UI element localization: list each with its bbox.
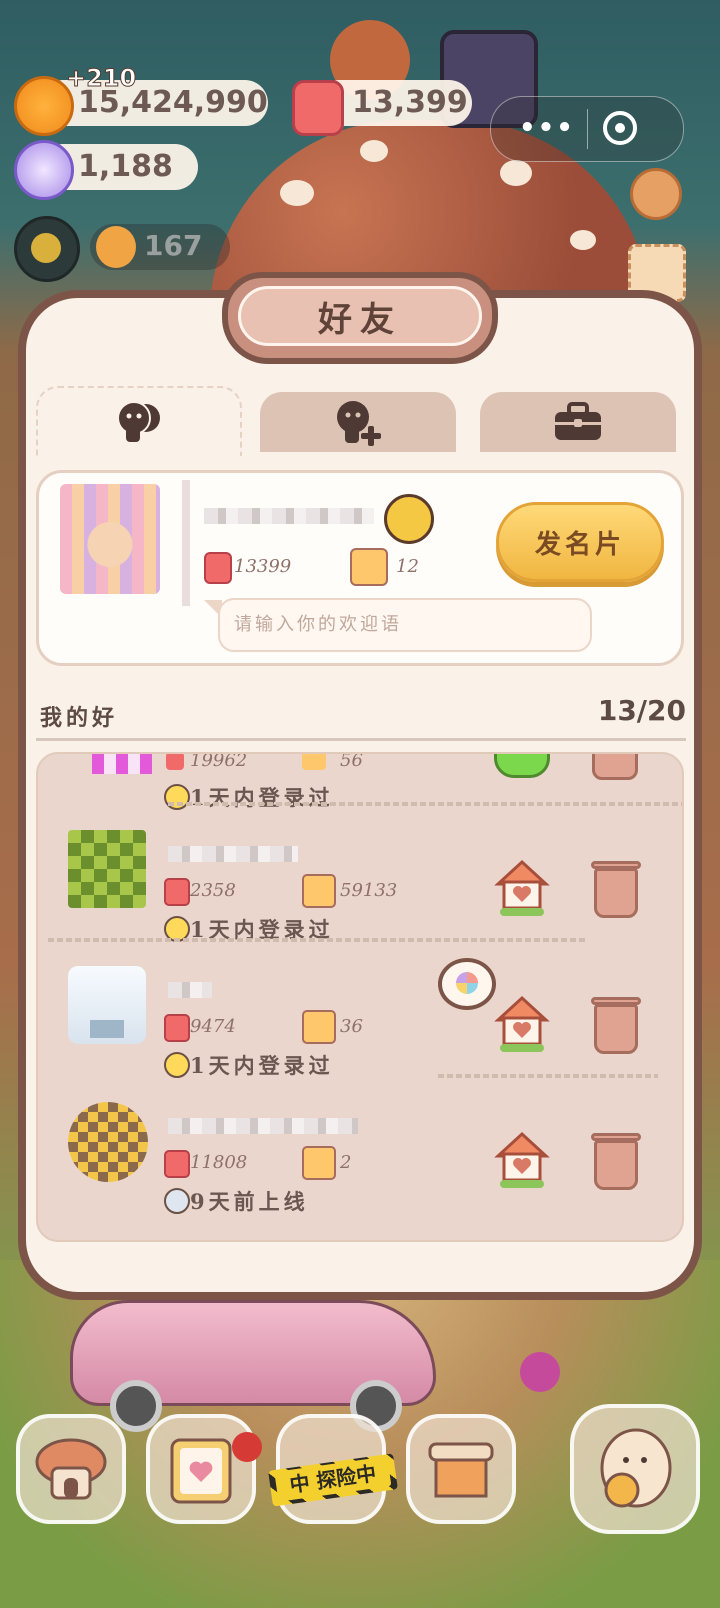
divider bbox=[36, 738, 686, 741]
my-likes-count: 12 bbox=[396, 556, 419, 577]
hearts-value: 13,399 bbox=[352, 85, 468, 120]
friend-hearts: 11808 bbox=[190, 1152, 248, 1173]
more-icon[interactable]: ••• bbox=[519, 115, 575, 141]
visit-house-icon[interactable] bbox=[494, 994, 550, 1054]
heart-jar-icon bbox=[166, 754, 184, 770]
friend-hearts: 2358 bbox=[190, 880, 236, 901]
friend-likes: 56 bbox=[340, 752, 363, 771]
list-item[interactable]: 2358 59133 1天内登录过 bbox=[38, 812, 682, 952]
gems-value: 1,188 bbox=[78, 149, 173, 184]
add-friend-icon bbox=[337, 401, 381, 446]
mushroom-house-icon bbox=[35, 1438, 107, 1500]
delete-friend-icon[interactable] bbox=[592, 754, 638, 780]
list-item[interactable]: 11808 2 9天前上线 bbox=[38, 1084, 682, 1224]
online-bulb-icon bbox=[164, 1052, 190, 1078]
friend-avatar[interactable] bbox=[92, 754, 152, 774]
badge-icon bbox=[384, 494, 434, 544]
visit-house-icon[interactable] bbox=[494, 858, 550, 918]
cookie-icon bbox=[96, 226, 136, 268]
offline-bulb-icon bbox=[164, 1188, 190, 1214]
friend-nickname-redacted bbox=[168, 846, 298, 862]
heart-jar-icon bbox=[164, 1150, 190, 1178]
online-bulb-icon bbox=[164, 784, 190, 810]
likes-icon bbox=[302, 874, 336, 908]
panel-title-plate: 好友 bbox=[222, 272, 498, 364]
delete-friend-icon[interactable] bbox=[591, 1133, 641, 1190]
nav-diary-button[interactable] bbox=[146, 1414, 256, 1524]
friend-avatar[interactable] bbox=[68, 966, 146, 1044]
friend-likes: 59133 bbox=[340, 880, 398, 901]
friend-avatar[interactable] bbox=[68, 1102, 148, 1182]
likes-icon bbox=[302, 1010, 336, 1044]
my-hearts-count: 13399 bbox=[234, 556, 292, 577]
heart-jar-icon bbox=[292, 80, 344, 136]
friend-hearts: 19962 bbox=[190, 752, 248, 771]
shop-stall-icon bbox=[428, 1442, 494, 1498]
visit-house-icon[interactable] bbox=[494, 1130, 550, 1190]
tab-inventory[interactable] bbox=[480, 392, 676, 452]
energy-value: 167 bbox=[144, 229, 203, 262]
briefcase-icon bbox=[555, 402, 601, 440]
my-friends-title: 我的好 bbox=[40, 705, 119, 731]
heart-jar-icon bbox=[164, 1014, 190, 1042]
close-target-icon[interactable] bbox=[603, 111, 637, 145]
likes-icon bbox=[350, 548, 388, 586]
greeting-input[interactable]: 请输入你的欢迎语 bbox=[218, 598, 592, 652]
sun-badge-icon[interactable] bbox=[14, 216, 80, 282]
energy-counter: 167 bbox=[90, 224, 230, 270]
crystal-icon bbox=[14, 140, 74, 200]
delete-friend-icon[interactable] bbox=[591, 997, 641, 1054]
my-avatar[interactable] bbox=[60, 484, 160, 594]
visit-icon[interactable] bbox=[494, 754, 550, 778]
mini-program-capsule: ••• bbox=[490, 96, 684, 162]
notification-dot bbox=[232, 1432, 262, 1462]
friend-likes: 2 bbox=[340, 1152, 352, 1173]
chick-clock-icon bbox=[600, 1428, 672, 1508]
friend-likes: 36 bbox=[340, 1016, 363, 1037]
diary-icon bbox=[170, 1438, 232, 1504]
my-friends-header: 我的好 13/20 bbox=[40, 692, 686, 736]
gear-icon[interactable] bbox=[630, 168, 682, 220]
megaphone-icon[interactable] bbox=[520, 1352, 560, 1392]
friend-status: 9天前上线 bbox=[190, 1189, 309, 1214]
friends-icon bbox=[117, 401, 160, 442]
nav-shop-button[interactable] bbox=[406, 1414, 516, 1524]
coins-gain-label: +210 bbox=[65, 64, 137, 93]
panel-title: 好友 bbox=[238, 286, 482, 346]
nav-character-button[interactable] bbox=[570, 1404, 700, 1534]
flower-gift-bubble-icon[interactable] bbox=[438, 958, 496, 1010]
heart-jar-icon bbox=[204, 552, 232, 584]
delete-friend-icon[interactable] bbox=[591, 861, 641, 918]
friend-avatar[interactable] bbox=[68, 830, 146, 908]
nav-home-button[interactable] bbox=[16, 1414, 126, 1524]
friend-status: 1天内登录过 bbox=[190, 785, 334, 810]
tab-add-friend[interactable] bbox=[260, 392, 456, 452]
tab-friends[interactable] bbox=[36, 386, 242, 456]
heart-jar-icon bbox=[164, 878, 190, 906]
friend-hearts: 9474 bbox=[190, 1016, 236, 1037]
friends-count: 13/20 bbox=[597, 694, 686, 727]
friend-nickname-redacted bbox=[168, 982, 212, 998]
likes-icon bbox=[302, 754, 326, 770]
my-nickname-redacted bbox=[204, 508, 374, 524]
friends-list[interactable]: 19962 56 1天内登录过 2358 59133 1天内登录过 9474 3… bbox=[36, 752, 684, 1242]
list-item[interactable]: 9474 36 1天内登录过 bbox=[38, 948, 682, 1088]
likes-icon bbox=[302, 1146, 336, 1180]
friend-status: 1天内登录过 bbox=[190, 1053, 334, 1078]
send-card-button[interactable]: 发名片 bbox=[496, 502, 664, 582]
friend-nickname-redacted bbox=[168, 1118, 358, 1134]
coin-icon bbox=[14, 76, 74, 136]
